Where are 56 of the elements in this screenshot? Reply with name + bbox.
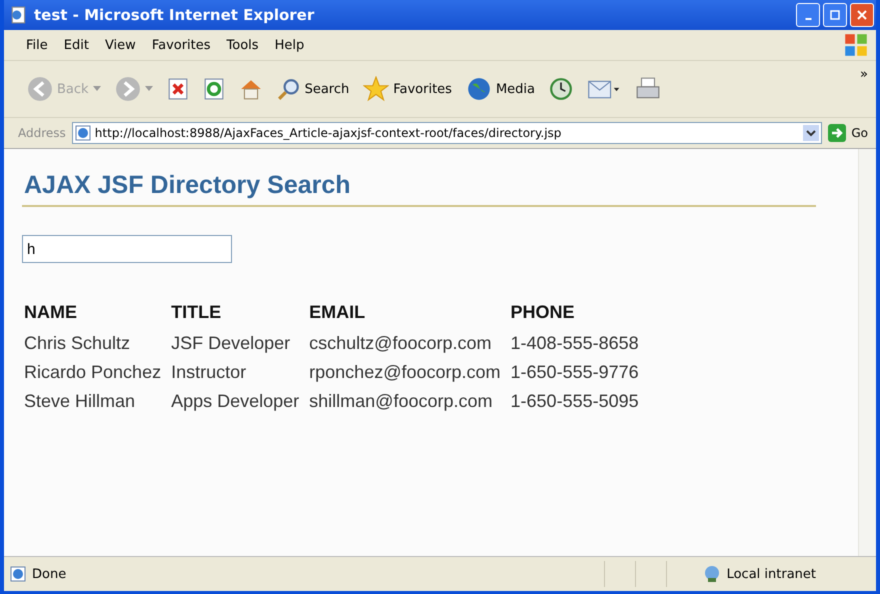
favorites-button[interactable]: Favorites <box>358 74 457 104</box>
stop-icon <box>166 78 189 100</box>
menu-item[interactable]: View <box>96 36 144 54</box>
column-header: NAME <box>23 301 78 324</box>
close-icon <box>857 10 867 20</box>
window-title: test - Microsoft Internet Explorer <box>34 6 314 24</box>
minimize-button[interactable] <box>796 3 820 27</box>
globe-icon <box>466 76 492 102</box>
network-icon <box>702 565 721 583</box>
dropdown-arrow-icon <box>144 86 153 92</box>
column-header: TITLE <box>170 301 222 324</box>
minimize-icon <box>804 18 812 20</box>
column-header: PHONE <box>510 301 576 324</box>
table-cell-text: Ricardo Ponchez <box>23 361 162 384</box>
table-cell-text: 1-650-555-9776 <box>510 361 640 384</box>
table-cell-text: Apps Developer <box>170 390 300 413</box>
more-button[interactable]: » <box>852 61 876 88</box>
table-cell-text: 1-650-555-5095 <box>510 390 640 413</box>
page-icon <box>10 6 28 24</box>
scrollbar[interactable] <box>858 149 876 556</box>
search-button[interactable]: Search <box>272 75 354 103</box>
close-button[interactable] <box>850 3 874 27</box>
go-button[interactable]: Go <box>828 124 876 142</box>
refresh-icon <box>202 78 225 100</box>
search-field[interactable]: h <box>22 235 232 263</box>
page-heading: AJAX JSF Directory Search <box>22 163 816 207</box>
table-cell-text: Steve Hillman <box>23 390 136 413</box>
maximize-icon <box>830 10 840 20</box>
menu-item[interactable]: Help <box>266 36 312 54</box>
table-cell-text: 1-408-555-8658 <box>510 332 640 355</box>
printer-icon <box>635 77 662 101</box>
dropdown-icon[interactable] <box>803 125 820 141</box>
windows-flag-icon <box>844 33 868 57</box>
media-button[interactable]: Media <box>460 74 540 104</box>
address-field[interactable]: http://localhost:8988/AjaxFaces_Article-ajaxjsf-context-root/faces/directory.jsp <box>72 122 822 144</box>
star-icon <box>363 76 390 102</box>
table-cell-text: JSF Developer <box>170 332 292 355</box>
zone-text: Local intranet <box>726 566 817 582</box>
address-label: Address <box>18 126 66 140</box>
menu-item[interactable]: Edit <box>56 36 97 54</box>
column-header: EMAIL <box>308 301 366 324</box>
table-cell-text: shillman@foocorp.com <box>308 390 494 413</box>
page-icon <box>10 566 26 582</box>
menu-item[interactable]: Favorites <box>144 36 219 54</box>
dropdown-arrow-icon <box>92 86 101 92</box>
clock-icon <box>549 77 574 101</box>
table-cell-text: rponchez@foocorp.com <box>308 361 502 384</box>
search-icon <box>276 77 301 101</box>
page-icon <box>74 125 91 141</box>
status-text: Done <box>32 566 66 582</box>
table-cell-text: cschultz@foocorp.com <box>308 332 492 355</box>
menu-item[interactable]: Tools <box>218 36 267 54</box>
menu-item[interactable]: File <box>18 36 56 54</box>
table-cell-text: Instructor <box>170 361 248 384</box>
table-cell-text: Chris Schultz <box>23 332 132 355</box>
maximize-button[interactable] <box>823 3 847 27</box>
